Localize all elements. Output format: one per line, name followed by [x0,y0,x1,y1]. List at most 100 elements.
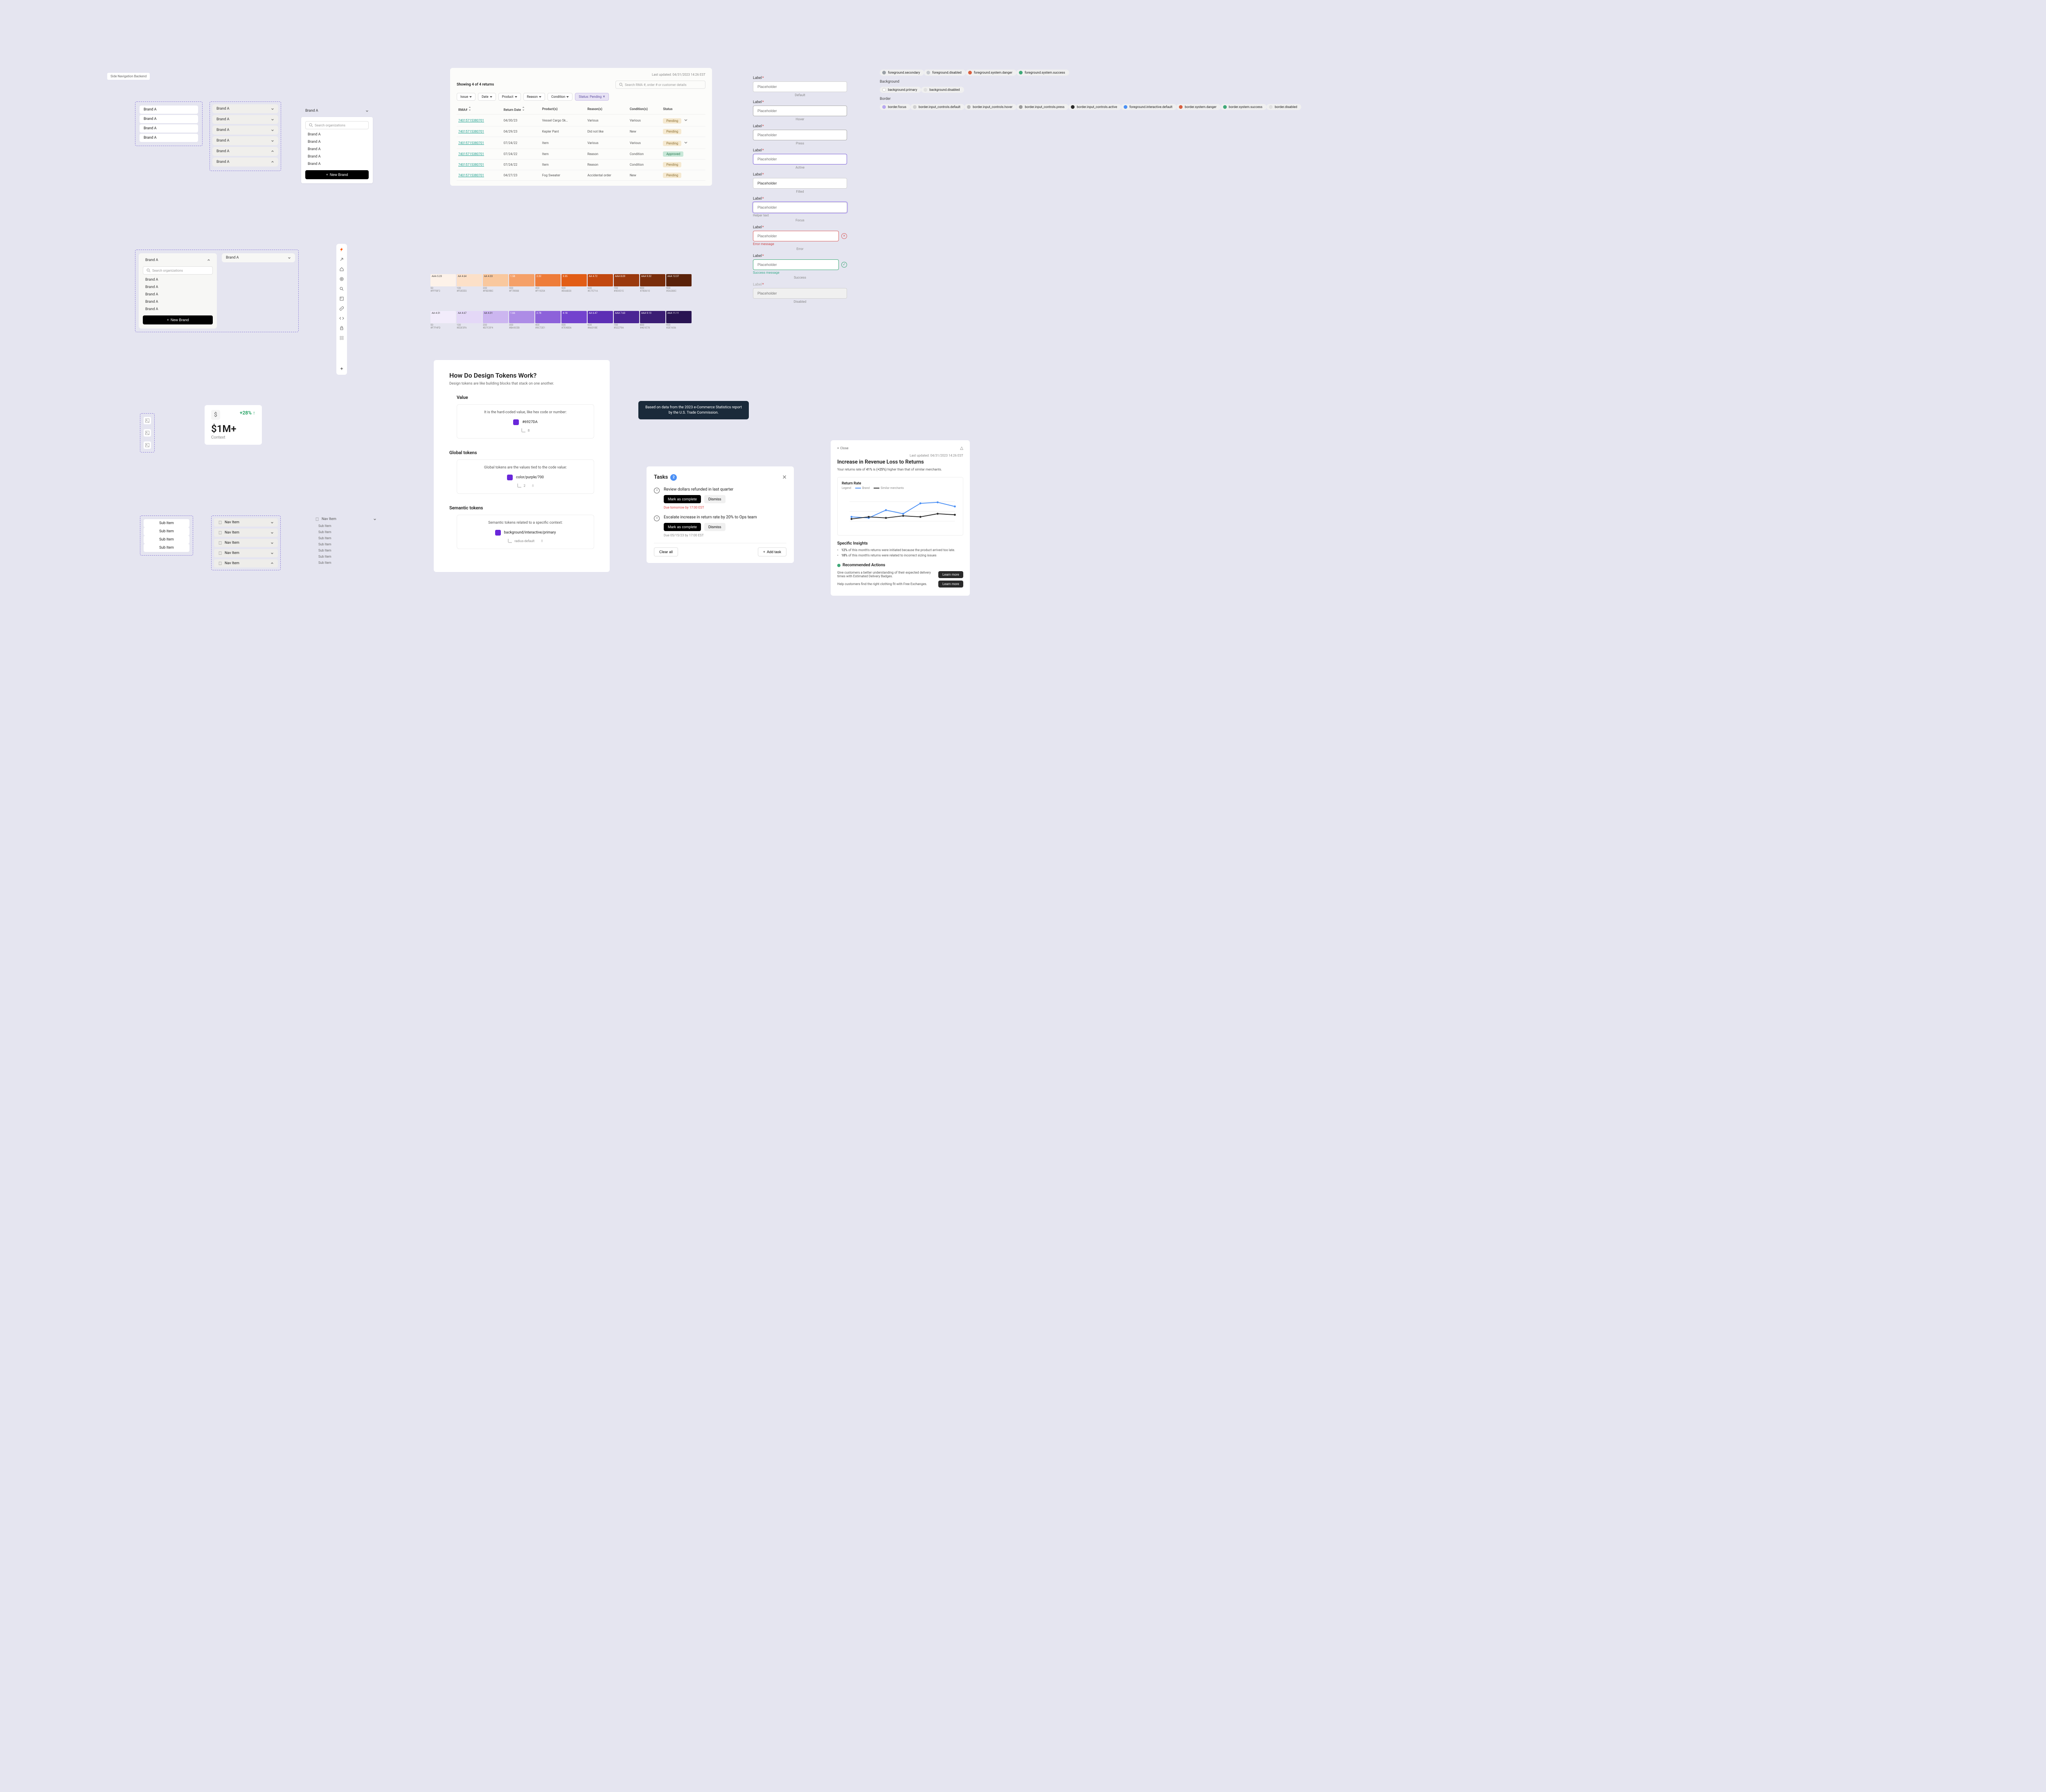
search-input[interactable]: Search organizations [143,266,213,275]
close-icon[interactable]: × [782,473,786,482]
nav-item[interactable]: Nav Item [214,559,278,567]
lightning-icon[interactable] [339,247,344,252]
brand-row[interactable]: Brand A [212,147,278,156]
table-header[interactable]: RMA# [457,104,502,115]
nav-item[interactable]: Nav Item [214,518,278,527]
code-icon[interactable] [339,316,344,321]
link-icon[interactable] [339,306,344,311]
search-icon[interactable] [339,286,344,291]
nav-item-header[interactable]: Nav Item [311,516,381,523]
sub-item[interactable]: Sub Item [311,560,381,566]
table-header[interactable]: Reason(s) [586,104,628,115]
filter-date[interactable]: Date [478,93,496,101]
nav-item[interactable]: Nav Item [214,539,278,547]
brand-row[interactable]: Brand A [212,115,278,124]
dropdown-item[interactable]: Brand A [141,298,214,306]
table-header[interactable]: Status [661,104,705,115]
sub-item[interactable]: Sub Item [144,536,189,544]
rma-link[interactable]: 74015715380701 [458,130,484,133]
input-default[interactable] [753,81,847,92]
rma-link[interactable]: 74015715380701 [458,119,484,122]
close-icon[interactable]: × [603,95,605,99]
sub-item[interactable]: Sub Item [144,519,189,527]
mark-complete-button[interactable]: Mark as complete [664,523,701,531]
filter-status-active[interactable]: Status: Pending× [575,93,608,101]
triangle-icon[interactable]: △ [960,446,963,450]
dropdown-item[interactable]: Brand A [304,131,370,138]
filter-condition[interactable]: Condition [548,93,572,101]
table-header[interactable]: Product(s) [541,104,586,115]
dropdown-item[interactable]: Brand A [141,306,214,313]
sort-icon[interactable] [468,106,471,111]
sort-icon[interactable] [522,106,525,111]
brand-row[interactable]: Brand A [212,136,278,145]
brand-header-closed[interactable]: Brand A [222,253,295,262]
sparkle-icon[interactable] [339,367,344,371]
input-focus[interactable] [753,202,847,213]
sub-item[interactable]: Sub Item [311,535,381,541]
input-press[interactable] [753,130,847,140]
input-active[interactable] [753,154,847,164]
arrow-diag-icon[interactable] [339,257,344,262]
mark-complete-button[interactable]: Mark as complete [664,495,701,503]
search-input[interactable]: Search organizations [305,121,369,129]
dismiss-button[interactable]: Dismiss [704,495,726,503]
image-thumb-icon[interactable] [144,429,151,437]
rma-link[interactable]: 74015715380701 [458,163,484,167]
brand-row[interactable]: Brand A [212,104,278,113]
dropdown-item[interactable]: Brand A [304,146,370,153]
dropdown-item[interactable]: Brand A [141,284,214,291]
grid-icon[interactable] [339,335,344,340]
home-icon[interactable] [339,267,344,272]
brand-item[interactable]: Brand A [140,124,198,133]
sub-item[interactable]: Sub Item [144,527,189,536]
brand-row[interactable]: Brand A [212,158,278,167]
brand-header[interactable]: Brand A [301,106,373,115]
brand-item[interactable]: Brand A [140,115,198,123]
sub-item[interactable]: Sub Item [311,554,381,560]
learn-more-button[interactable]: Learn more [938,581,963,588]
input-hover[interactable] [753,106,847,116]
brand-item[interactable]: Brand A [140,106,198,114]
sub-item[interactable]: Sub Item [311,541,381,547]
add-task-button[interactable]: +Add task [758,547,786,556]
table-header[interactable]: Condition(s) [628,104,662,115]
nav-item[interactable]: Nav Item [214,549,278,557]
image-thumb-icon[interactable] [144,441,151,449]
target-icon[interactable] [339,277,344,281]
dropdown-item[interactable]: Brand A [304,138,370,146]
rma-link[interactable]: 74015715380701 [458,141,484,145]
clear-all-button[interactable]: Clear all [654,547,678,556]
new-brand-button[interactable]: +New Brand [143,315,213,324]
dropdown-item[interactable]: Brand A [141,276,214,284]
filter-issue[interactable]: Issue [457,93,475,101]
filter-reason[interactable]: Reason [523,93,545,101]
sub-item[interactable]: Sub Item [311,523,381,529]
chevron-down-icon[interactable] [684,140,688,144]
filter-product[interactable]: Product [498,93,521,101]
dropdown-item[interactable]: Brand A [141,291,214,298]
rma-link[interactable]: 74015715380701 [458,152,484,156]
lock-icon[interactable] [339,326,344,331]
nav-item[interactable]: Nav Item [214,529,278,537]
brand-header-open[interactable]: Brand A [141,256,214,265]
image-icon[interactable] [339,296,344,301]
input-success[interactable] [753,259,839,270]
dropdown-item[interactable]: Brand A [304,160,370,168]
sub-item[interactable]: Sub Item [144,544,189,552]
table-header[interactable]: Return Date [502,104,541,115]
image-thumb-icon[interactable] [144,417,151,424]
dismiss-button[interactable]: Dismiss [704,523,726,531]
chevron-down-icon[interactable] [684,118,688,122]
input-filled[interactable] [753,178,847,189]
new-brand-button[interactable]: +New Brand [305,170,369,179]
sub-item[interactable]: Sub Item [311,547,381,554]
learn-more-button[interactable]: Learn more [938,571,963,578]
dropdown-item[interactable]: Brand A [304,153,370,160]
rma-link[interactable]: 74015715380701 [458,173,484,177]
brand-item[interactable]: Brand A [140,134,198,142]
input-error[interactable] [753,231,839,241]
brand-row[interactable]: Brand A [212,126,278,135]
close-button[interactable]: ×Close [837,446,848,450]
sub-item[interactable]: Sub Item [311,529,381,535]
